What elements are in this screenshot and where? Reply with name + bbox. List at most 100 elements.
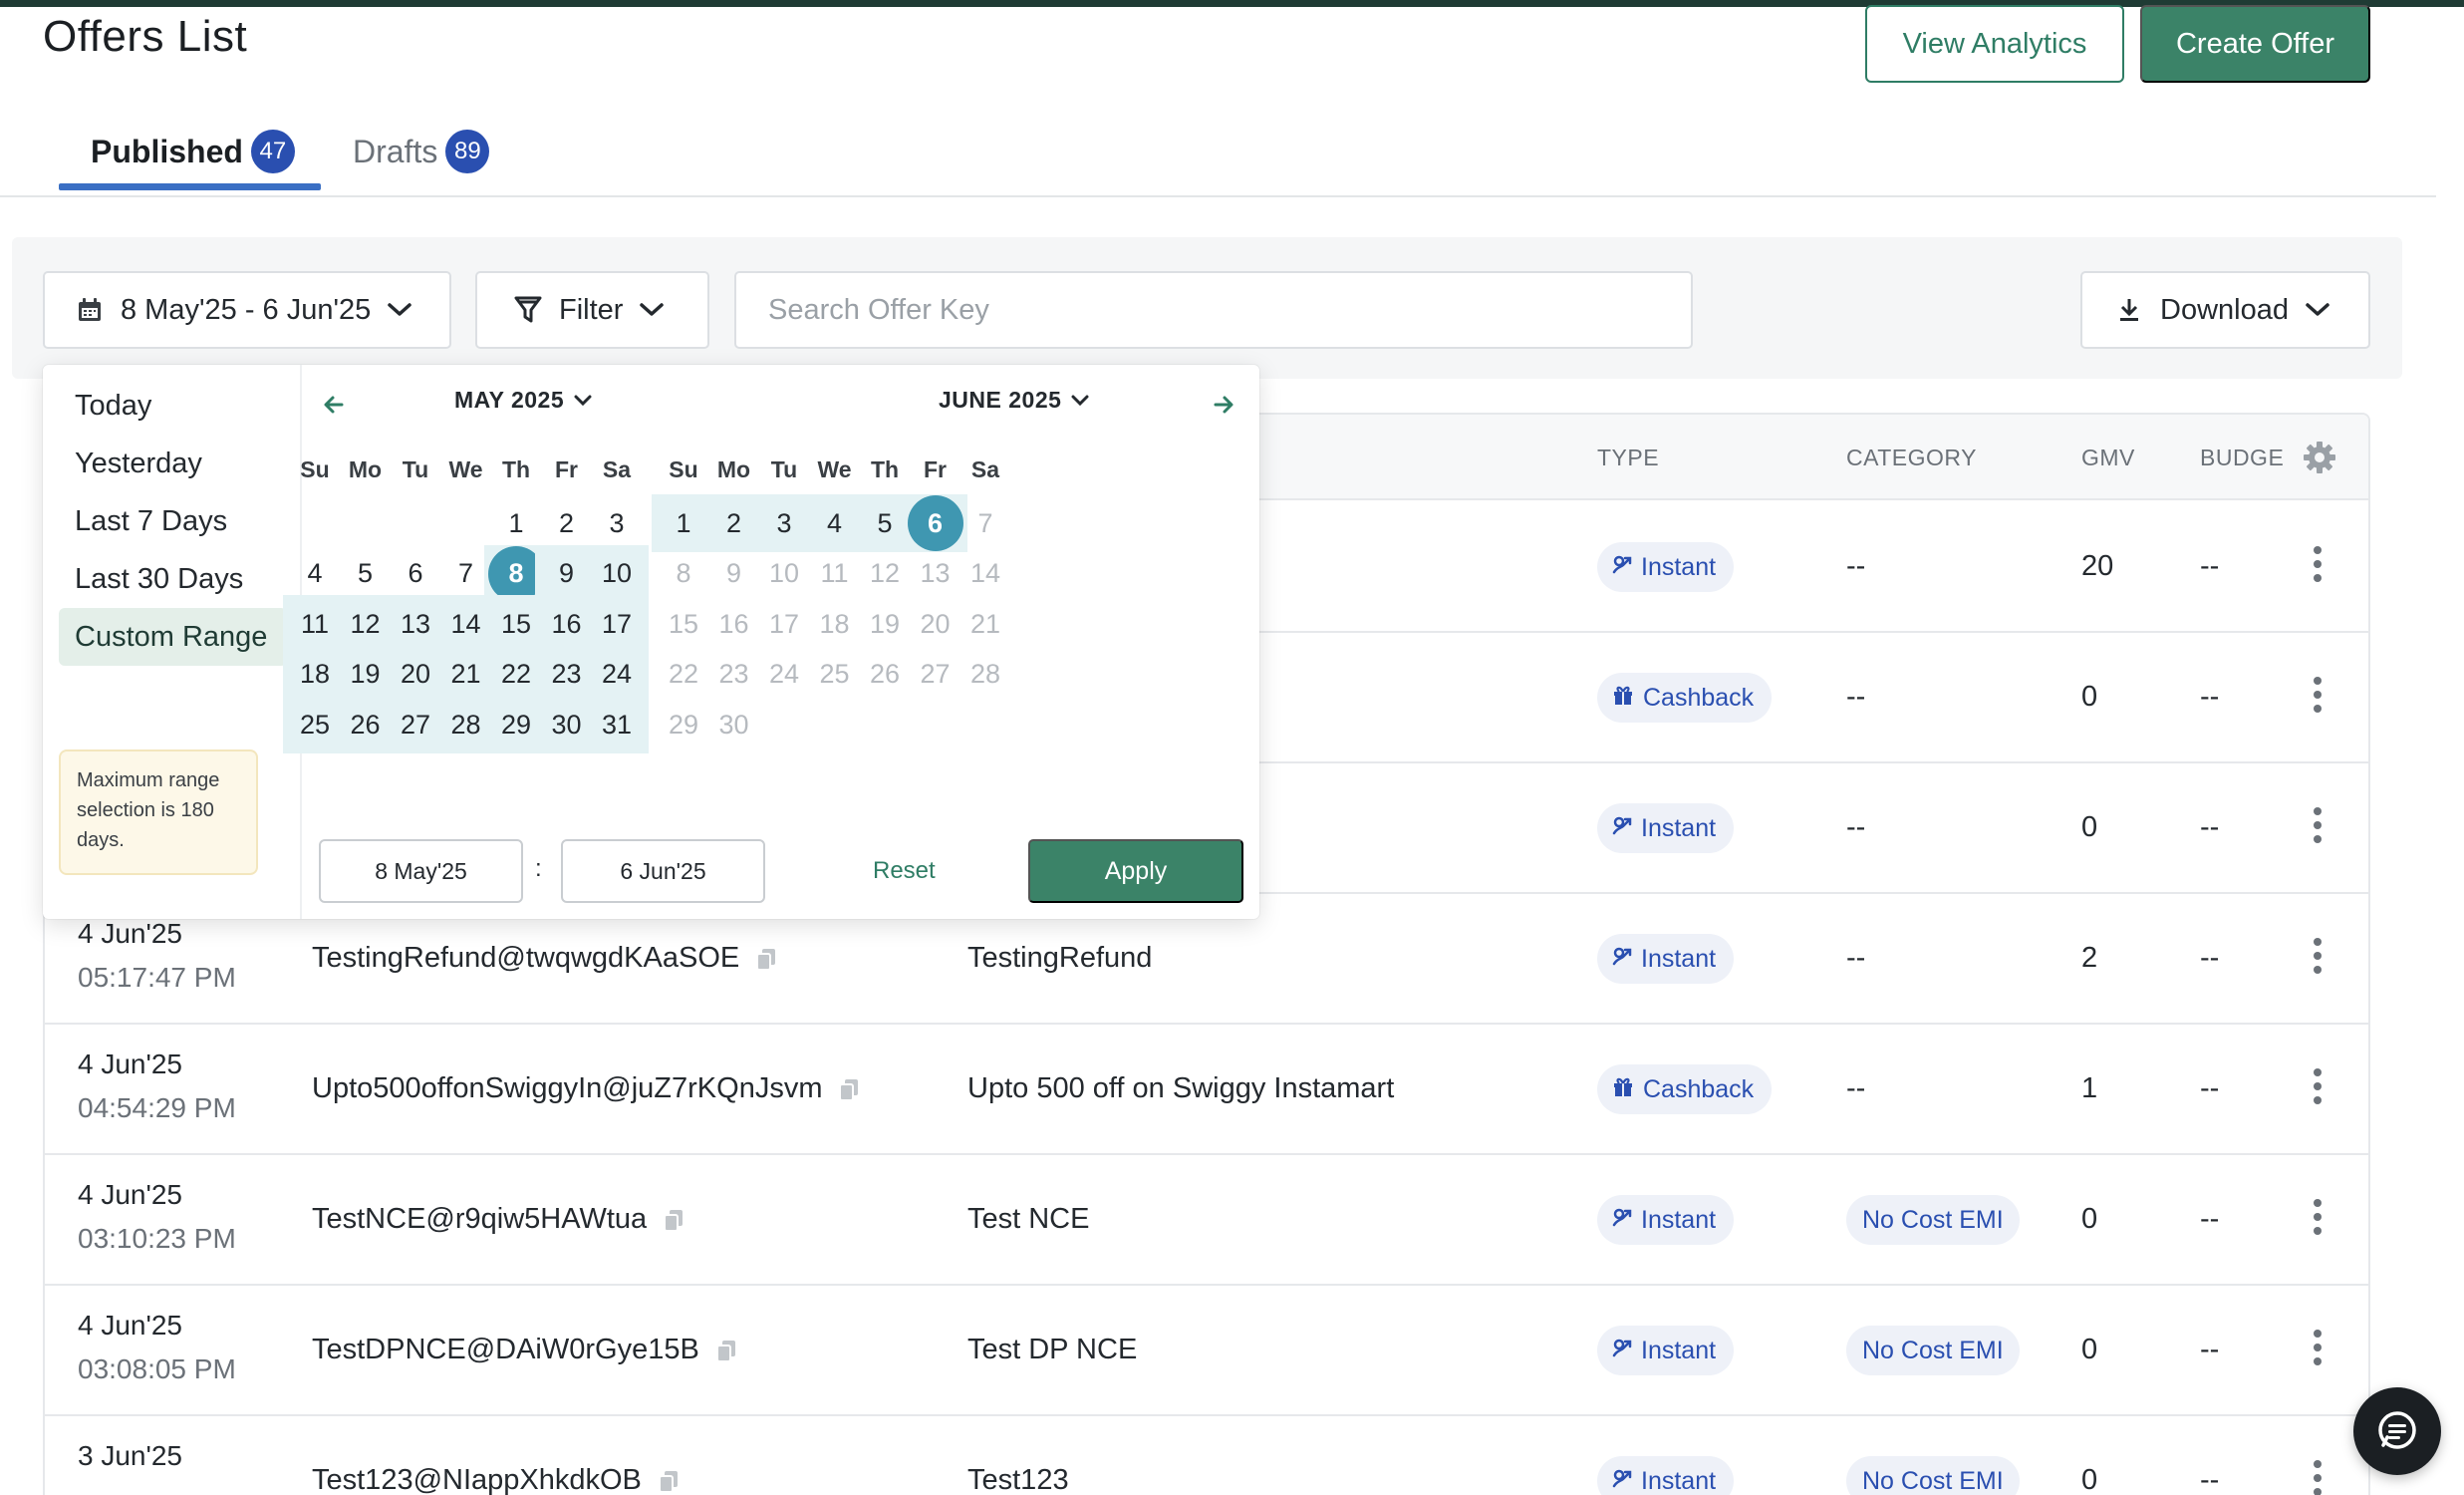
more-options-icon[interactable] bbox=[2313, 544, 2323, 584]
preset-last-7-days[interactable]: Last 7 Days bbox=[59, 492, 287, 550]
offer-type-pill: Instant bbox=[1597, 803, 1735, 853]
instant-icon bbox=[1611, 1467, 1641, 1495]
offer-name: Test DP NCE bbox=[967, 1334, 1138, 1365]
column-header-type[interactable]: TYPE bbox=[1597, 445, 1659, 471]
more-options-icon[interactable] bbox=[2313, 1458, 2323, 1495]
offer-type-pill: Cashback bbox=[1597, 673, 1773, 723]
offer-name: Upto 500 off on Swiggy Instamart bbox=[967, 1072, 1395, 1104]
offer-key-cell: Upto500offonSwiggyIn@juZ7rKQnJsvm bbox=[312, 1072, 860, 1105]
table-row[interactable]: 4 Jun'25 03:08:05 PM TestDPNCE@DAiW0rGye15… bbox=[45, 1286, 2368, 1416]
tab-published[interactable]: Published 47 bbox=[91, 130, 295, 173]
date-range-label: 8 May'25 - 6 Jun'25 bbox=[121, 293, 372, 326]
next-month-arrow-icon[interactable] bbox=[1212, 393, 1235, 417]
offer-name: Test123 bbox=[967, 1464, 1069, 1495]
filter-button[interactable]: Filter bbox=[475, 271, 709, 349]
preset-today[interactable]: Today bbox=[59, 377, 287, 435]
filter-label: Filter bbox=[559, 293, 624, 326]
offer-type-label: Instant bbox=[1641, 813, 1717, 842]
previous-month-arrow-icon[interactable] bbox=[322, 393, 346, 417]
gmv-value: 2 bbox=[2081, 942, 2098, 974]
copy-icon[interactable] bbox=[658, 1469, 680, 1493]
offer-key: Test123@NIappXhkdkOB bbox=[312, 1464, 642, 1495]
calendar-icon bbox=[75, 295, 105, 325]
calendar-day[interactable]: 3 bbox=[585, 494, 649, 552]
instant-icon bbox=[1611, 945, 1641, 974]
more-options-icon[interactable] bbox=[2313, 1328, 2323, 1367]
offer-key-cell: TestDPNCE@DAiW0rGye15B bbox=[312, 1334, 737, 1366]
calendar-day[interactable]: 24 bbox=[585, 645, 649, 704]
calendar-day[interactable]: 10 bbox=[585, 544, 649, 603]
table-row[interactable]: 4 Jun'25 04:54:29 PM Upto500offonSwiggyIn@… bbox=[45, 1025, 2368, 1155]
copy-icon[interactable] bbox=[663, 1208, 684, 1232]
calendar-day: 7 bbox=[977, 507, 993, 538]
table-row[interactable]: 3 Jun'25 Test123@NIappXhkdkOB Test123 Insta… bbox=[45, 1416, 2368, 1495]
copy-icon[interactable] bbox=[715, 1339, 737, 1362]
preset-last-30-days[interactable]: Last 30 Days bbox=[59, 550, 287, 608]
gmv-value: 20 bbox=[2081, 550, 2114, 582]
reset-link[interactable]: Reset bbox=[873, 857, 936, 885]
weekday-label: Sa bbox=[970, 456, 1000, 482]
budget-value: -- bbox=[2200, 1334, 2220, 1365]
gift-icon bbox=[1611, 1074, 1643, 1105]
category-value: -- bbox=[1846, 681, 1866, 713]
funnel-icon bbox=[513, 295, 543, 325]
month-selector-june[interactable]: JUNE 2025 bbox=[939, 387, 1089, 414]
offer-key-cell: TestNCE@r9qiw5HAWtua bbox=[312, 1203, 684, 1236]
budget-value: -- bbox=[2200, 942, 2220, 974]
column-header-gmv[interactable]: GMV bbox=[2081, 445, 2135, 471]
more-options-icon[interactable] bbox=[2313, 1197, 2323, 1237]
offer-type-label: Instant bbox=[1641, 1466, 1717, 1495]
page-title: Offers List bbox=[43, 12, 248, 61]
created-time: 05:17:47 PM bbox=[78, 962, 236, 993]
copy-icon[interactable] bbox=[838, 1077, 860, 1101]
month-selector-may[interactable]: MAY 2025 bbox=[454, 387, 592, 414]
table-row[interactable]: 4 Jun'25 03:10:23 PM TestNCE@r9qiw5HAWtua T… bbox=[45, 1155, 2368, 1286]
category-pill: No Cost EMI bbox=[1846, 1326, 2020, 1375]
date-range-button[interactable]: 8 May'25 - 6 Jun'25 bbox=[43, 271, 451, 349]
search-offer-key-input[interactable] bbox=[734, 271, 1693, 349]
offer-key-cell: TestingRefund@twqwgdKAaSOE bbox=[312, 942, 777, 975]
preset-custom-range[interactable]: Custom Range bbox=[59, 608, 287, 666]
month-label: MAY 2025 bbox=[454, 387, 565, 413]
copy-icon[interactable] bbox=[755, 947, 777, 971]
offer-type-label: Cashback bbox=[1643, 683, 1755, 712]
instant-icon bbox=[1611, 1337, 1641, 1365]
gear-icon[interactable] bbox=[2303, 441, 2336, 474]
range-start-field[interactable]: 8 May'25 bbox=[319, 839, 523, 903]
offer-type-label: Instant bbox=[1641, 944, 1717, 973]
tab-drafts[interactable]: Drafts 89 bbox=[353, 130, 490, 173]
column-header-budget[interactable]: BUDGE bbox=[2200, 445, 2284, 471]
offer-key: Upto500offonSwiggyIn@juZ7rKQnJsvm bbox=[312, 1072, 823, 1104]
gmv-value: 0 bbox=[2081, 1203, 2098, 1235]
chat-support-button[interactable] bbox=[2353, 1387, 2441, 1475]
preset-yesterday[interactable]: Yesterday bbox=[59, 435, 287, 492]
more-options-icon[interactable] bbox=[2313, 1066, 2323, 1106]
drafts-count-badge: 89 bbox=[445, 130, 490, 173]
offer-type-label: Instant bbox=[1641, 552, 1717, 581]
tab-bar: Published 47 Drafts 89 bbox=[0, 120, 2436, 197]
date-range-picker: Today Yesterday Last 7 Days Last 30 Days Cus… bbox=[43, 365, 1259, 919]
view-analytics-button[interactable]: View Analytics bbox=[1865, 5, 2124, 83]
download-icon bbox=[2114, 295, 2144, 325]
apply-button[interactable]: Apply bbox=[1028, 839, 1243, 903]
offer-type-pill: Instant bbox=[1597, 934, 1735, 984]
category-value: -- bbox=[1846, 942, 1866, 974]
budget-value: -- bbox=[2200, 681, 2220, 713]
offer-type-pill: Instant bbox=[1597, 1456, 1735, 1495]
offer-type-pill: Instant bbox=[1597, 542, 1735, 592]
instant-icon bbox=[1611, 814, 1641, 843]
gmv-value: 0 bbox=[2081, 681, 2098, 713]
gift-icon bbox=[1611, 683, 1643, 714]
create-offer-button[interactable]: Create Offer bbox=[2140, 5, 2370, 83]
more-options-icon[interactable] bbox=[2313, 675, 2323, 715]
column-header-category[interactable]: CATEGORY bbox=[1846, 445, 1977, 471]
category-value: -- bbox=[1846, 1072, 1866, 1104]
range-end-field[interactable]: 6 Jun'25 bbox=[561, 839, 765, 903]
offer-type-label: Cashback bbox=[1643, 1074, 1755, 1103]
chevron-down-icon bbox=[2305, 302, 2330, 318]
more-options-icon[interactable] bbox=[2313, 936, 2323, 976]
download-button[interactable]: Download bbox=[2080, 271, 2370, 349]
more-options-icon[interactable] bbox=[2313, 805, 2323, 845]
calendar-day[interactable]: 31 bbox=[585, 696, 649, 753]
calendar-day[interactable]: 17 bbox=[585, 595, 649, 653]
